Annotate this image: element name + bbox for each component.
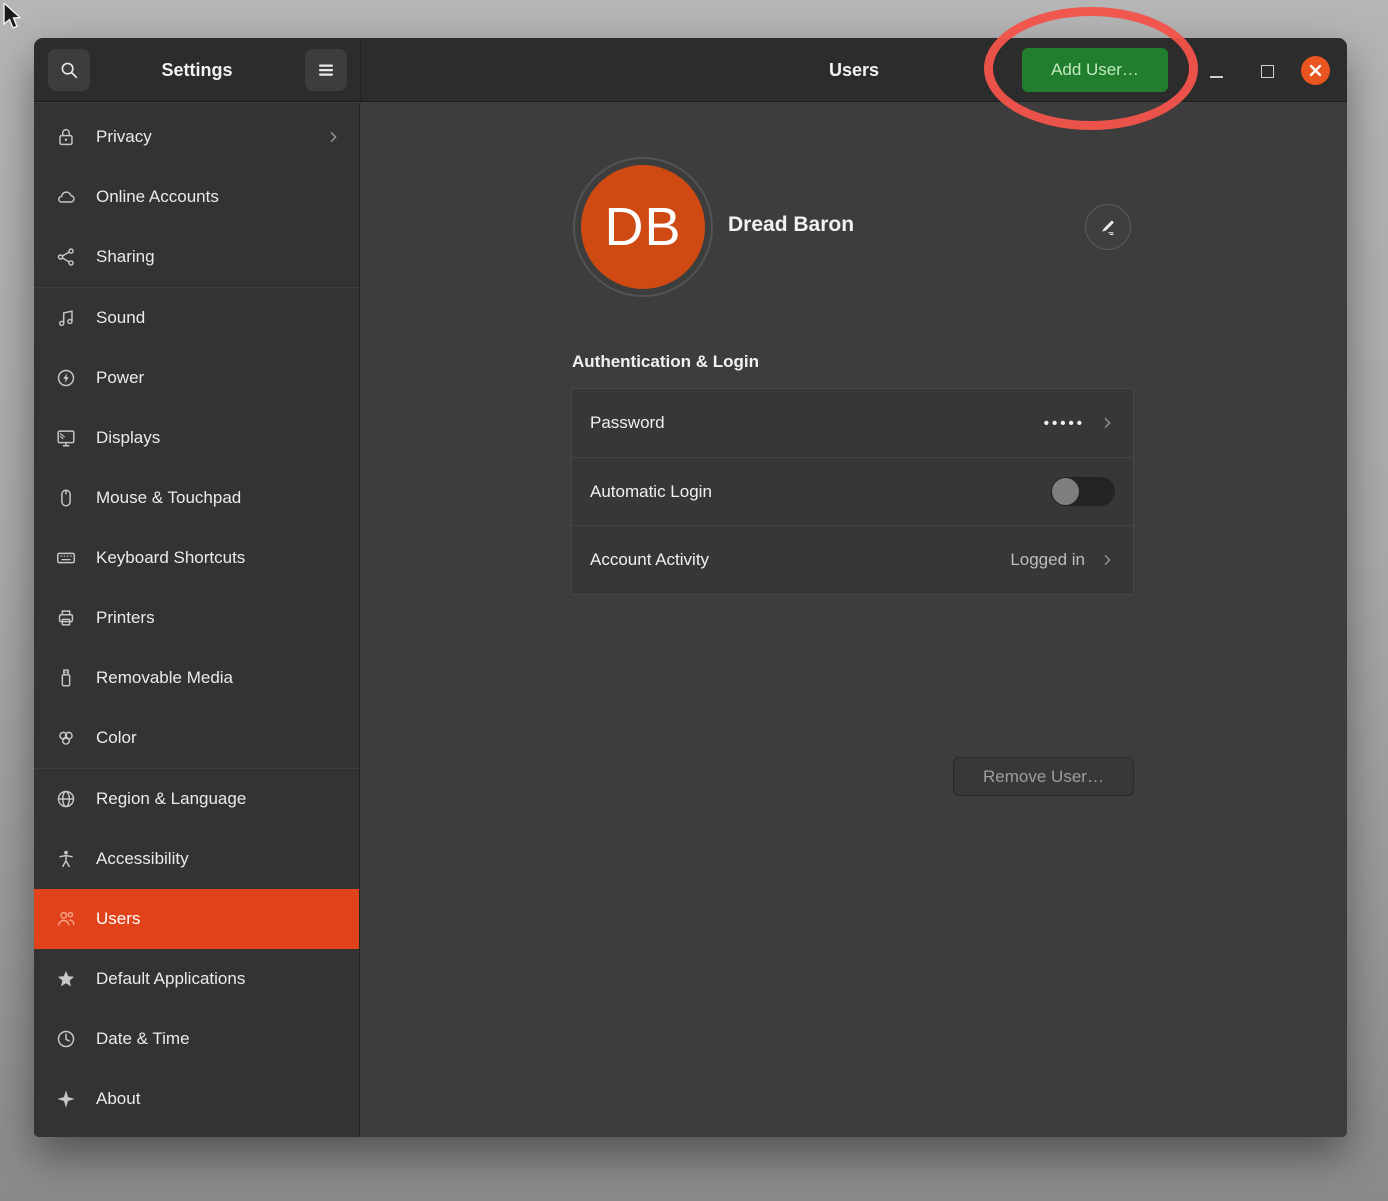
sidebar-item-label: Default Applications: [96, 969, 341, 989]
mouse-icon: [54, 486, 78, 510]
sidebar-item-printers[interactable]: Printers: [34, 588, 359, 648]
sidebar-item-label: Mouse & Touchpad: [96, 488, 341, 508]
clock-icon: [54, 1027, 78, 1051]
remove-user-button[interactable]: Remove User…: [953, 757, 1134, 796]
printer-icon: [54, 606, 78, 630]
close-icon: [1308, 63, 1323, 78]
toggle-knob: [1052, 478, 1079, 505]
automatic-login-label: Automatic Login: [590, 482, 1051, 502]
sidebar-item-label: Printers: [96, 608, 341, 628]
display-icon: [54, 426, 78, 450]
users-panel: DB Dread Baron Authentication & Login Pa…: [361, 103, 1347, 1137]
edit-pencil-icon: [1098, 217, 1118, 237]
avatar-ring: DB: [573, 157, 713, 297]
sidebar-item-label: Users: [96, 909, 341, 929]
sidebar-item-label: Displays: [96, 428, 341, 448]
users-icon: [54, 907, 78, 931]
accessibility-icon: [54, 847, 78, 871]
chevron-right-icon: [325, 129, 341, 145]
maximize-button[interactable]: [1261, 65, 1274, 78]
sidebar-item-mouse-touchpad[interactable]: Mouse & Touchpad: [34, 468, 359, 528]
color-circles-icon: [54, 726, 78, 750]
user-full-name: Dread Baron: [728, 213, 854, 237]
account-activity-value: Logged in: [1010, 550, 1085, 570]
sidebar-item-label: Sound: [96, 308, 341, 328]
sidebar-item-label: Date & Time: [96, 1029, 341, 1049]
sidebar-item-removable-media[interactable]: Removable Media: [34, 648, 359, 708]
avatar: DB: [581, 165, 705, 289]
sidebar-item-online-accounts[interactable]: Online Accounts: [34, 167, 359, 227]
sidebar-item-accessibility[interactable]: Accessibility: [34, 829, 359, 889]
add-user-button[interactable]: Add User…: [1022, 48, 1168, 92]
sidebar-item-default-applications[interactable]: Default Applications: [34, 949, 359, 1009]
sidebar-item-label: Region & Language: [96, 789, 341, 809]
sidebar-item-sharing[interactable]: Sharing: [34, 227, 359, 287]
chevron-right-icon: [1099, 415, 1115, 431]
settings-window: Settings Users Add User…: [34, 38, 1347, 1137]
sidebar-item-users[interactable]: Users: [34, 889, 359, 949]
usb-drive-icon: [54, 666, 78, 690]
star-icon: [54, 967, 78, 991]
auth-login-card: Password ••••• Automatic Login Account A…: [571, 388, 1134, 595]
cloud-icon: [54, 185, 78, 209]
headerbar-divider: [360, 38, 361, 101]
page-title: Users: [361, 38, 1347, 102]
password-label: Password: [590, 413, 1044, 433]
mouse-cursor: [1, 3, 27, 33]
sidebar-item-sound[interactable]: Sound: [34, 288, 359, 348]
sidebar-item-about[interactable]: About: [34, 1069, 359, 1129]
edit-user-button[interactable]: [1085, 204, 1131, 250]
sidebar-item-label: Accessibility: [96, 849, 341, 869]
sidebar-item-label: Online Accounts: [96, 187, 341, 207]
headerbar: Settings Users Add User…: [34, 38, 1347, 102]
close-button[interactable]: [1301, 56, 1330, 85]
sidebar-item-privacy[interactable]: Privacy: [34, 107, 359, 167]
primary-menu-button[interactable]: [305, 49, 347, 91]
sidebar-item-keyboard-shortcuts[interactable]: Keyboard Shortcuts: [34, 528, 359, 588]
music-note-icon: [54, 306, 78, 330]
automatic-login-toggle[interactable]: [1051, 477, 1115, 506]
globe-icon: [54, 787, 78, 811]
power-icon: [54, 366, 78, 390]
sidebar-item-power[interactable]: Power: [34, 348, 359, 408]
sidebar-item-label: Privacy: [96, 127, 307, 147]
auth-section-heading: Authentication & Login: [572, 352, 759, 372]
automatic-login-row: Automatic Login: [572, 457, 1133, 525]
lock-icon: [54, 125, 78, 149]
sidebar-item-label: Removable Media: [96, 668, 341, 688]
hamburger-menu-icon: [316, 60, 336, 80]
password-dots: •••••: [1044, 415, 1085, 432]
sidebar-item-color[interactable]: Color: [34, 708, 359, 768]
chevron-right-icon: [1099, 552, 1115, 568]
sidebar: Privacy Online Accounts Sharing: [34, 103, 360, 1137]
account-activity-label: Account Activity: [590, 550, 1010, 570]
sidebar-item-displays[interactable]: Displays: [34, 408, 359, 468]
sidebar-item-label: Power: [96, 368, 341, 388]
password-row[interactable]: Password •••••: [572, 389, 1133, 457]
keyboard-icon: [54, 546, 78, 570]
sidebar-item-label: About: [96, 1089, 341, 1109]
sparkle-icon: [54, 1087, 78, 1111]
sidebar-item-region-language[interactable]: Region & Language: [34, 769, 359, 829]
minimize-button[interactable]: [1210, 76, 1223, 78]
sidebar-item-label: Color: [96, 728, 341, 748]
sidebar-item-label: Sharing: [96, 247, 341, 267]
share-icon: [54, 245, 78, 269]
sidebar-item-date-time[interactable]: Date & Time: [34, 1009, 359, 1069]
sidebar-item-label: Keyboard Shortcuts: [96, 548, 341, 568]
account-activity-row[interactable]: Account Activity Logged in: [572, 525, 1133, 593]
